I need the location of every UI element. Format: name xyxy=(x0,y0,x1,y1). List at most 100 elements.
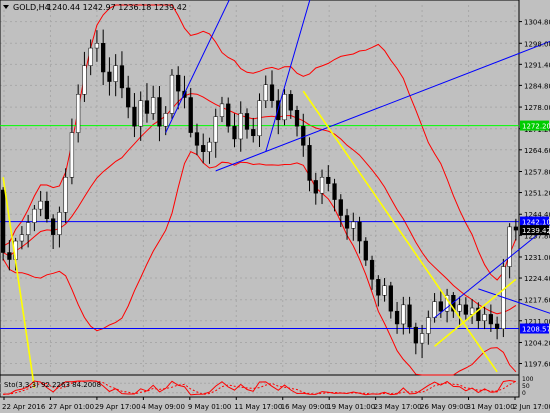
candle-body xyxy=(213,116,218,143)
candle-body xyxy=(357,221,362,242)
candle-body xyxy=(313,180,318,194)
time-tick-label: 4 May 09:00 xyxy=(141,403,185,411)
candle-body xyxy=(338,199,343,216)
candle-body xyxy=(163,113,168,127)
candle-body xyxy=(126,87,131,108)
candle-body xyxy=(232,125,237,140)
price-tick-label: 1284.80 xyxy=(524,82,550,90)
candle-body xyxy=(194,132,200,146)
price-tick-label: 1257.80 xyxy=(524,169,550,177)
candle-body xyxy=(19,234,25,242)
time-tick-label: 9 May 01:00 xyxy=(188,403,232,411)
stochastic-axis-label: 100 xyxy=(522,376,534,383)
candle-body xyxy=(394,310,400,325)
candle-body xyxy=(319,176,325,194)
candle-body xyxy=(388,285,393,312)
candle-body xyxy=(219,103,225,117)
price-label-text: 1208.57 xyxy=(522,326,550,334)
price-tick-label: 1298.00 xyxy=(524,40,550,48)
candle-body xyxy=(94,43,100,49)
candle-body xyxy=(282,94,287,121)
candle-body xyxy=(82,65,87,95)
candle-body xyxy=(188,97,193,133)
time-tick-label: 23 May 17:00 xyxy=(374,403,422,411)
candle-body xyxy=(513,226,518,231)
candle-body xyxy=(132,106,137,127)
price-tick-label: 1251.20 xyxy=(524,190,550,198)
candle-body xyxy=(101,43,106,73)
candle-body xyxy=(119,65,125,89)
candle-body xyxy=(26,222,31,235)
candle-body xyxy=(457,304,462,312)
stochastic-axis-label: 50 xyxy=(522,383,530,390)
candle-body xyxy=(138,100,143,127)
candle-body xyxy=(507,226,512,267)
candle-body xyxy=(438,301,443,312)
price-tick-label: 1278.00 xyxy=(524,104,550,112)
time-tick-label: 19 May 01:00 xyxy=(327,403,375,411)
candle-body xyxy=(207,141,212,152)
price-tick-label: 1224.40 xyxy=(524,275,550,283)
candle-body xyxy=(51,218,56,235)
time-tick-label: 29 Apr 17:00 xyxy=(95,403,141,411)
candle-body xyxy=(432,301,437,318)
ohlc-label: 1240.44 1242.97 1236.18 1239.42 xyxy=(47,3,187,12)
candle-body xyxy=(69,132,75,178)
candle-body xyxy=(151,97,156,114)
candle-body xyxy=(38,200,43,210)
candle-body xyxy=(169,74,175,114)
candle-body xyxy=(301,125,306,146)
candle-body xyxy=(1,189,6,253)
candle xyxy=(169,69,175,119)
candle-body xyxy=(157,97,162,127)
candle-body xyxy=(401,304,406,325)
candle-body xyxy=(32,208,37,223)
price-tick-label: 1264.60 xyxy=(524,147,550,155)
candle-body xyxy=(332,183,337,200)
candle-body xyxy=(44,200,50,219)
candle-body xyxy=(494,323,500,329)
candle-body xyxy=(307,145,312,181)
time-tick-label: 22 Apr 2016 xyxy=(2,403,46,411)
price-tick-label: 1217.60 xyxy=(524,297,550,305)
symbol-label: GOLD,H4 xyxy=(13,3,50,12)
candle-body xyxy=(88,47,93,66)
time-tick-label: 31 May 01:00 xyxy=(467,403,515,411)
candle-body xyxy=(7,252,12,260)
stochastic-axis-label: 0 xyxy=(522,390,526,397)
price-label-text: 1272.20 xyxy=(522,123,550,131)
candle xyxy=(1,187,6,261)
candle-body xyxy=(369,259,375,280)
candle-body xyxy=(288,94,293,111)
price-tick-label: 1231.00 xyxy=(524,254,550,262)
candle-body xyxy=(413,326,418,344)
time-tick-label: 16 May 09:00 xyxy=(281,403,329,411)
candle-body xyxy=(426,317,431,334)
chart-header: GOLD,H4 1240.44 1242.97 1236.18 1239.42 xyxy=(3,3,187,12)
candle-body xyxy=(113,65,118,82)
price-tick-label: 1204.20 xyxy=(524,339,550,347)
time-tick-label: 11 May 17:00 xyxy=(234,403,282,411)
price-chart[interactable]: Sto(3,3,3) 92.2263 84.2008 100500 1304.80… xyxy=(0,0,550,413)
candle-body xyxy=(63,176,68,213)
candle xyxy=(282,88,287,126)
candle-body xyxy=(382,285,387,296)
candle-body xyxy=(107,71,112,82)
candle-body xyxy=(407,304,412,328)
candle-body xyxy=(263,84,268,101)
candle-body xyxy=(244,113,250,130)
candle-body xyxy=(226,103,231,127)
candle-body xyxy=(363,240,368,261)
candle-body xyxy=(201,145,206,152)
candle-body xyxy=(269,84,275,101)
candle-body xyxy=(294,110,300,127)
time-tick-label: 26 May 09:00 xyxy=(420,403,468,411)
chart-background xyxy=(0,0,550,413)
time-tick-label: 2 Jun 17:00 xyxy=(513,403,550,411)
candle-body xyxy=(257,100,262,137)
price-tick-label: 1197.60 xyxy=(524,361,550,369)
candle-body xyxy=(251,129,256,137)
price-tick-label: 1291.40 xyxy=(524,61,550,69)
candle-body xyxy=(463,304,468,315)
candle-body xyxy=(488,314,493,325)
